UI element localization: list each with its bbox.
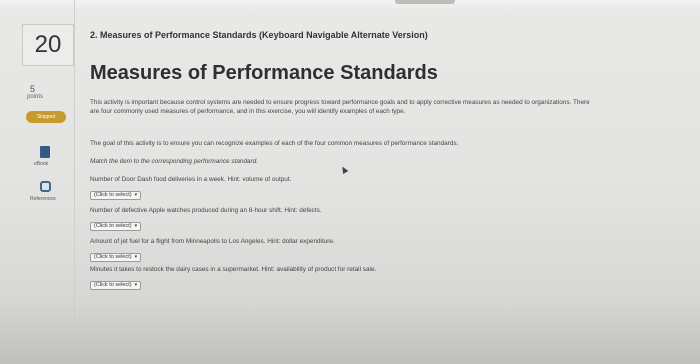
match-select[interactable]: (Click to select) ▾ — [90, 190, 142, 200]
select-value: (Click to select) — [94, 254, 132, 260]
select-value: (Click to select) — [94, 223, 132, 229]
screen: 20 5 points Skipped eBook References 2. … — [0, 0, 700, 364]
points-label: points — [27, 94, 44, 100]
instruction-text: Match the item to the corresponding perf… — [90, 158, 259, 165]
references-icon[interactable] — [40, 181, 51, 192]
chevron-down-icon: ▾ — [134, 254, 138, 260]
select-value: (Click to select) — [94, 192, 132, 198]
select-value: (Click to select) — [94, 282, 132, 288]
points-value: 5 — [30, 84, 36, 94]
item-text: Number of defective Apple watches produc… — [90, 207, 322, 214]
match-item: Minutes it takes to restock the dairy ca… — [90, 266, 610, 291]
match-item: Number of defective Apple watches produc… — [90, 207, 610, 232]
question-number[interactable]: 20 — [22, 24, 74, 66]
match-select[interactable]: (Click to select) ▾ — [90, 252, 142, 262]
item-text: Minutes it takes to restock the dairy ca… — [90, 266, 377, 273]
item-text: Number of Door Dash food deliveries in a… — [90, 176, 292, 183]
match-select[interactable]: (Click to select) ▾ — [90, 221, 142, 231]
chevron-down-icon: ▾ — [134, 282, 138, 288]
book-icon[interactable] — [40, 146, 50, 158]
bottom-shade — [0, 300, 700, 364]
question-heading: 2. Measures of Performance Standards (Ke… — [90, 30, 428, 40]
references-label[interactable]: References — [30, 196, 56, 202]
chevron-down-icon: ▾ — [134, 223, 138, 229]
goal-paragraph: The goal of this activity is to ensure y… — [90, 140, 459, 147]
page-title: Measures of Performance Standards — [90, 62, 438, 84]
item-text: Amount of jet fuel for a flight from Min… — [90, 238, 335, 245]
status-badge: Skipped — [26, 111, 66, 123]
match-item: Number of Door Dash food deliveries in a… — [90, 176, 610, 201]
match-item: Amount of jet fuel for a flight from Min… — [90, 238, 610, 263]
match-select[interactable]: (Click to select) ▾ — [90, 280, 142, 290]
chevron-down-icon: ▾ — [134, 192, 138, 198]
intro-paragraph: This activity is important because contr… — [90, 99, 590, 115]
ebook-label[interactable]: eBook — [34, 161, 48, 167]
